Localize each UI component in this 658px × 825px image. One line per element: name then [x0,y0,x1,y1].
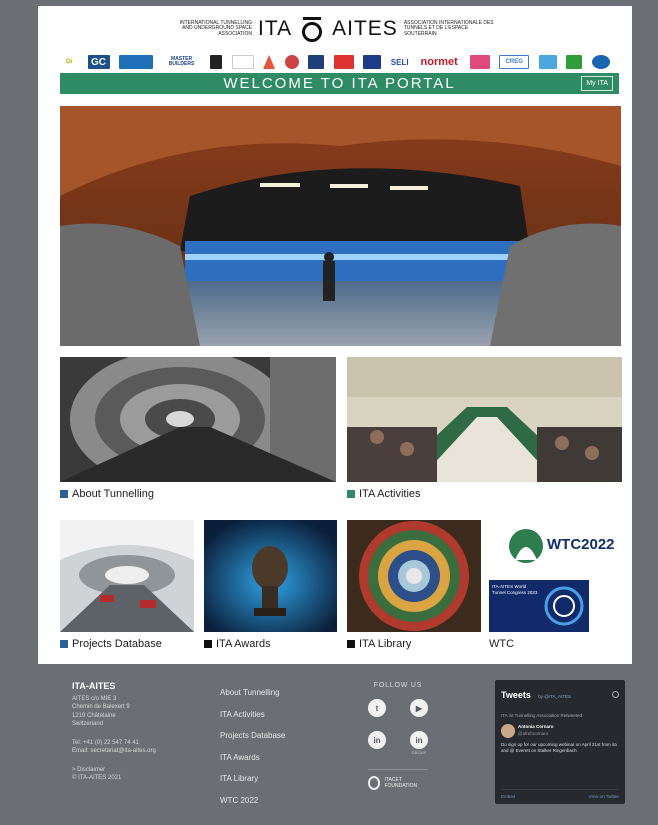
avatar[interactable] [501,723,515,738]
sponsor-logo[interactable]: CREG [499,55,530,69]
linkedin-group-icon[interactable]: in [410,731,428,749]
sponsor-logo[interactable] [566,55,583,69]
footer-contact: ITA-AITES AITES c/o MIE 3 Chemin de Bale… [72,682,156,783]
sponsor-logo[interactable] [210,55,223,69]
sponsor-logo[interactable] [469,55,490,69]
footer-link-about-tunnelling[interactable]: About Tunnelling [220,682,285,704]
wtc-link[interactable]: WTC [489,638,514,650]
ita-library-image[interactable] [347,520,481,632]
logo-aites: AITES [332,17,398,40]
footer-link-ita-library[interactable]: ITA Library [220,768,285,790]
logo-french-text: ASSOCIATION INTERNATIONALE DES TUNNELS E… [403,19,494,37]
logo-english-text: INTERNATIONAL TUNNELLING AND UNDERGROUND… [179,19,252,37]
footer-social: FOLLOW US t ▶ in in GROUP ITACET FOUNDAT… [368,682,428,790]
tweets-widget: Tweets by @ITA_AITES ITA int Tunnelling … [495,680,625,804]
sponsor-logos: Gi GC MASTER BUILDERS SELI normet CREG [60,52,610,72]
sponsor-logo[interactable] [263,55,276,69]
tweet-author[interactable]: Antonia Cornaro [518,724,554,731]
embed-link[interactable]: Embed [501,794,515,799]
bullet-square-icon [60,490,68,498]
about-tunnelling-link[interactable]: About Tunnelling [60,488,154,500]
footer-phone: Tel: +41 (0) 22 547 74 41 [72,739,139,746]
youtube-icon[interactable]: ▶ [410,699,428,717]
hero-image [60,106,621,346]
projects-database-link[interactable]: Projects Database [60,638,162,650]
ita-awards-link[interactable]: ITA Awards [204,638,271,650]
info-icon[interactable] [612,691,619,698]
sponsor-logo[interactable] [333,55,354,69]
disclaimer-link[interactable]: > Disclaimer [72,766,156,775]
sponsor-logo[interactable]: GC [87,55,110,69]
footer-copyright: © ITA-AITES 2021 [72,775,122,781]
sponsor-logo[interactable]: MASTER BUILDERS [163,55,201,69]
tweets-by[interactable]: by @ITA_AITES [538,694,571,699]
sponsor-logo[interactable] [308,55,325,69]
footer-email[interactable]: Email: secretariat@ita-aites.org [72,747,156,756]
sponsor-logo[interactable] [363,55,382,69]
footer-link-wtc-2022[interactable]: WTC 2022 [220,790,285,812]
footer-link-ita-awards[interactable]: ITA Awards [220,747,285,769]
view-on-twitter-link[interactable]: View on Twitter [589,794,619,799]
bullet-square-icon [347,490,355,498]
footer-link-projects-database[interactable]: Projects Database [220,725,285,747]
page-container: INTERNATIONAL TUNNELLING AND UNDERGROUND… [38,6,632,664]
sponsor-logo[interactable] [284,55,299,69]
retweet-label: ITA int Tunnelling Association Retweeted [501,713,582,718]
address-line: Chemin de Balexert 9 [72,704,130,710]
sponsor-logo[interactable]: Gi [60,55,78,69]
sponsor-logo[interactable] [538,55,557,69]
linkedin-group-label: GROUP [411,750,427,755]
follow-us-label: FOLLOW US [373,682,423,689]
ita-awards-image[interactable] [204,520,337,632]
sponsor-logo[interactable] [591,55,610,69]
projects-database-image[interactable] [60,520,194,632]
logo-mark-icon [302,16,323,42]
sponsor-logo[interactable]: SELI [391,55,409,69]
logo-ita: ITA [258,17,293,40]
wtc-image[interactable]: WTC2022 ITA-AITES World Tunnel Congress … [489,520,623,632]
address-line: Switzerland [72,721,104,727]
bullet-square-icon [204,640,212,648]
footer-links: About Tunnelling ITA Activities Projects… [220,682,285,811]
ita-awards-label: ITA Awards [216,638,271,650]
twitter-icon[interactable]: t [368,699,386,717]
ita-library-label: ITA Library [359,638,412,650]
itacet-label: ITACET FOUNDATION [384,777,418,789]
site-logo[interactable]: INTERNATIONAL TUNNELLING AND UNDERGROUND… [168,14,508,44]
sponsor-logo[interactable]: normet [418,55,460,69]
address-line: 1219 Châtelaine [72,712,116,719]
footer-link-ita-activities[interactable]: ITA Activities [220,704,285,726]
bullet-square-icon [347,640,355,648]
wtc-label: WTC [489,638,515,650]
ita-activities-image[interactable] [347,357,622,482]
projects-database-label: Projects Database [72,638,162,650]
wtc-logo-text: WTC2022 [547,536,615,553]
sponsor-logo[interactable] [119,55,154,69]
ita-library-link[interactable]: ITA Library [347,638,411,650]
wtc-2023-text: ITA-AITES World Tunnel Congress 2023 [492,584,538,595]
about-tunnelling-label: About Tunnelling [72,488,154,500]
ita-activities-label: ITA Activities [359,488,421,500]
welcome-bar: WELCOME TO ITA PORTAL My ITA [60,73,619,94]
itacet-mark-icon [368,776,381,790]
linkedin-icon[interactable]: in [368,731,386,749]
ita-activities-link[interactable]: ITA Activities [347,488,421,500]
sponsor-logo[interactable] [231,55,254,69]
about-tunnelling-image[interactable] [60,357,336,482]
tweets-title: Tweets [501,690,531,700]
address-line: AITES c/o MIE 3 [72,695,117,702]
tweet-text: Do sign up for our upcoming webinar on A… [501,741,617,754]
footer-brand: ITA-AITES [72,681,116,691]
welcome-title: WELCOME TO ITA PORTAL [223,75,456,92]
my-ita-button[interactable]: My ITA [581,76,613,91]
site-footer: ITA-AITES AITES c/o MIE 3 Chemin de Bale… [38,664,632,822]
itacet-logo[interactable]: ITACET FOUNDATION [368,769,428,790]
bullet-square-icon [60,640,68,648]
tweet-handle[interactable]: @afrehcornaro [518,731,554,738]
